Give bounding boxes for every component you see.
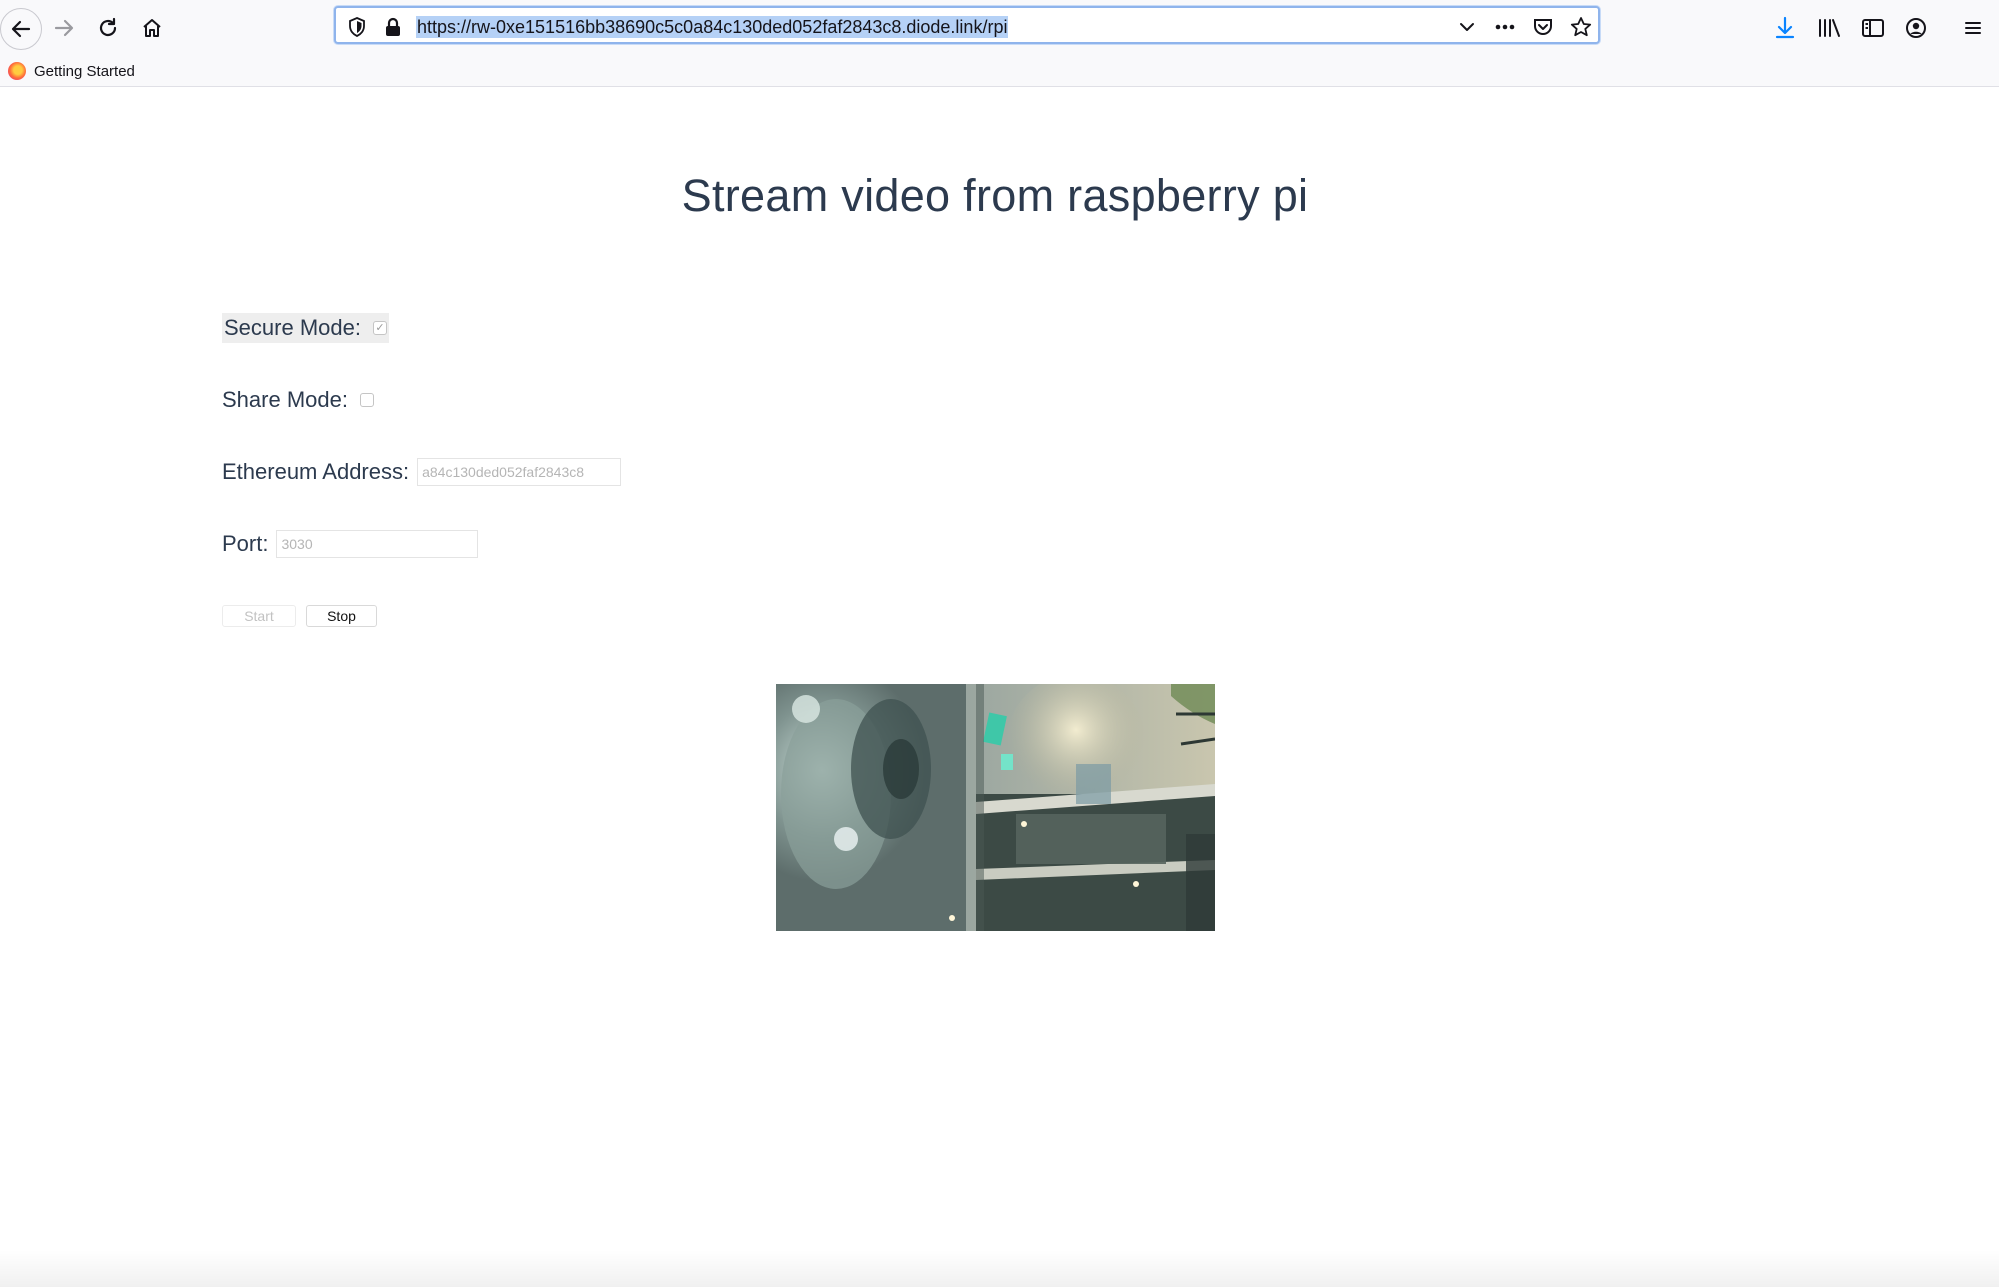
- library-button[interactable]: [1811, 10, 1847, 46]
- reload-button[interactable]: [90, 10, 126, 46]
- share-mode-label: Share Mode:: [222, 387, 348, 412]
- back-arrow-icon: [10, 18, 32, 40]
- stop-button[interactable]: Stop: [306, 605, 377, 627]
- share-mode-row: Share Mode:: [222, 385, 374, 415]
- ethereum-address-row: Ethereum Address: a84c130ded052faf2843c8: [222, 457, 622, 487]
- address-bar[interactable]: https://rw-0xe151516bb38690c5c0a84c130de…: [334, 6, 1600, 44]
- forward-arrow-icon: [53, 17, 75, 39]
- ethereum-address-input[interactable]: a84c130ded052faf2843c8: [417, 458, 622, 486]
- secure-mode-row: Secure Mode: ✓: [222, 313, 389, 343]
- page-title: Stream video from raspberry pi: [681, 170, 1309, 221]
- page-bottom-shade: [0, 1250, 1999, 1287]
- secure-mode-checkbox[interactable]: ✓: [372, 321, 387, 335]
- sidebar-icon: [1861, 17, 1885, 39]
- bookmark-getting-started[interactable]: Getting Started: [8, 60, 135, 82]
- bookmark-star-icon[interactable]: [1568, 14, 1594, 40]
- download-arrow-icon: [1774, 16, 1796, 40]
- browser-toolbar: https://rw-0xe151516bb38690c5c0a84c130de…: [0, 0, 1999, 56]
- url-text[interactable]: https://rw-0xe151516bb38690c5c0a84c130de…: [416, 16, 1009, 38]
- pocket-icon[interactable]: [1530, 14, 1556, 40]
- video-frame-image: [776, 684, 1215, 931]
- port-row: Port: 3030: [222, 529, 479, 559]
- page-actions-ellipsis-icon[interactable]: [1492, 14, 1518, 40]
- bookmarks-toolbar: Getting Started: [0, 56, 1999, 87]
- library-icon: [1817, 17, 1841, 39]
- firefox-logo-icon: [8, 62, 26, 80]
- bookmark-label: Getting Started: [34, 62, 135, 80]
- video-stream[interactable]: [776, 684, 1215, 931]
- account-button[interactable]: [1898, 10, 1934, 46]
- back-button[interactable]: [0, 8, 42, 50]
- port-input[interactable]: 3030: [276, 530, 479, 558]
- forward-button[interactable]: [46, 10, 82, 46]
- start-button[interactable]: Start: [222, 605, 296, 627]
- downloads-button[interactable]: [1767, 10, 1803, 46]
- home-button[interactable]: [134, 10, 170, 46]
- tracking-protection-shield-icon[interactable]: [344, 14, 370, 40]
- home-icon: [141, 17, 163, 39]
- port-label: Port:: [222, 531, 269, 556]
- reload-icon: [97, 17, 119, 39]
- chevron-down-icon[interactable]: [1454, 14, 1480, 40]
- checkmark-icon: ✓: [375, 321, 385, 334]
- menu-button[interactable]: [1955, 10, 1991, 46]
- share-mode-checkbox[interactable]: [359, 393, 374, 407]
- hamburger-menu-icon: [1963, 18, 1983, 38]
- lock-icon[interactable]: [380, 14, 406, 40]
- secure-mode-label: Secure Mode:: [224, 315, 361, 340]
- sidebar-button[interactable]: [1855, 10, 1891, 46]
- ethereum-address-label: Ethereum Address:: [222, 459, 410, 484]
- account-avatar-icon: [1905, 17, 1927, 39]
